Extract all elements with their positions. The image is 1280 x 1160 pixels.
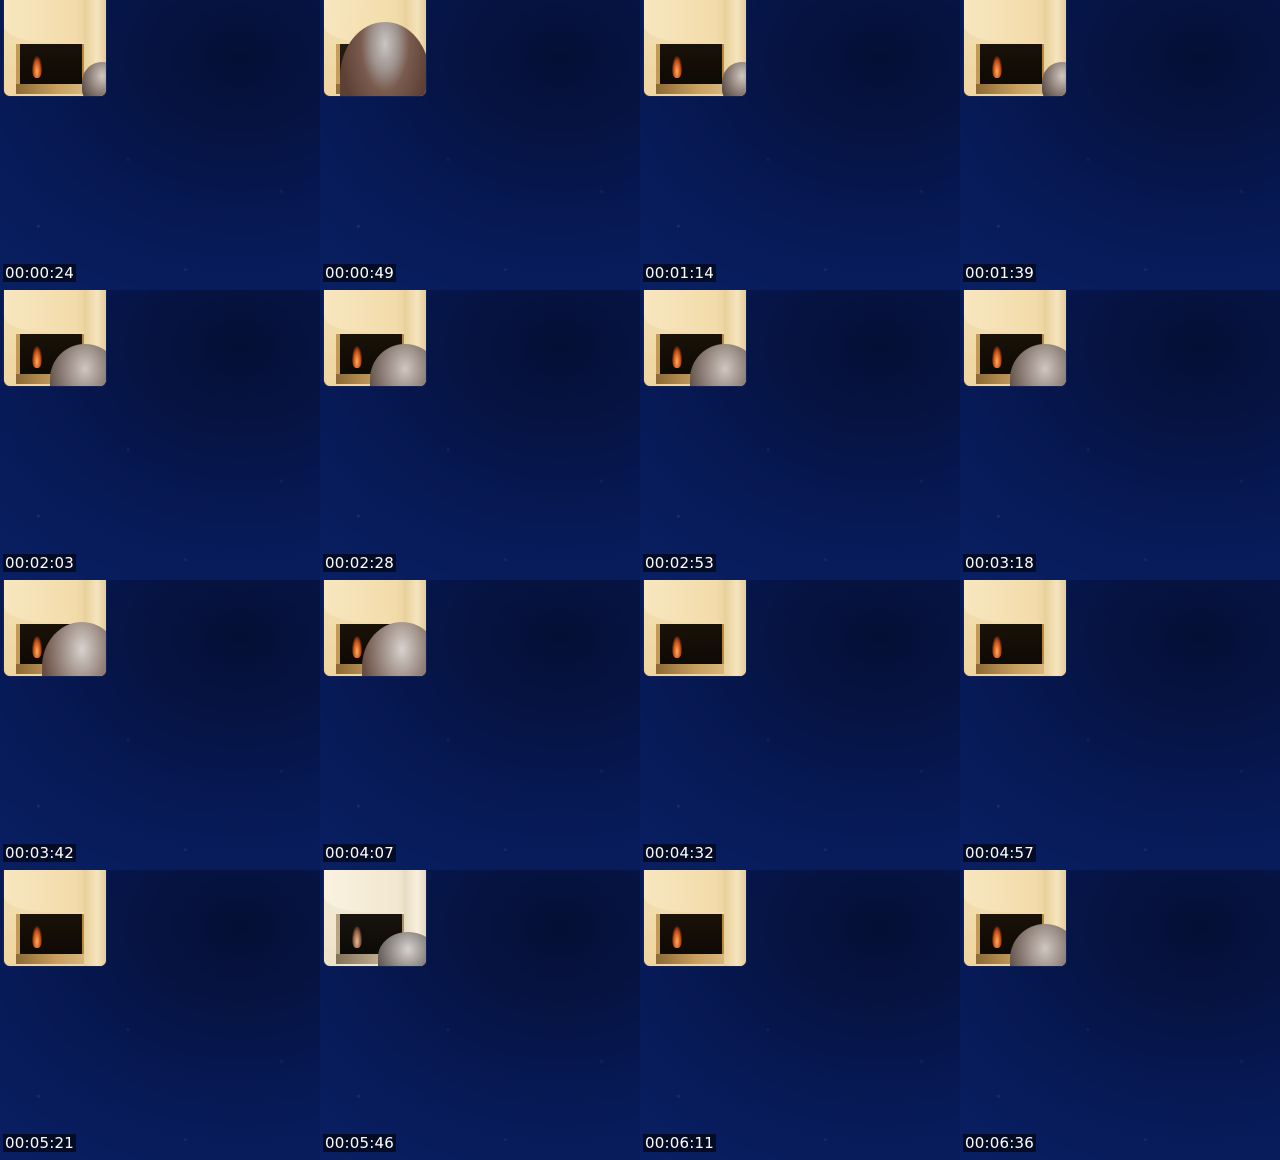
video-frame-tile[interactable]: 00:05:46 xyxy=(320,870,640,1160)
webcam-thumbnail xyxy=(644,0,746,96)
video-frame-tile[interactable]: 00:04:57 xyxy=(960,580,1280,870)
fireplace-hearth xyxy=(656,664,726,674)
fire-flame xyxy=(352,926,362,948)
video-frame-tile[interactable]: 00:06:11 xyxy=(640,870,960,1160)
fire-flame xyxy=(32,56,42,78)
video-frame-tile[interactable]: 00:02:28 xyxy=(320,290,640,580)
fire-flame xyxy=(672,636,682,658)
frame-timestamp: 00:05:21 xyxy=(3,1134,76,1152)
video-frame-tile[interactable]: 00:02:53 xyxy=(640,290,960,580)
frame-timestamp: 00:01:39 xyxy=(963,264,1036,282)
wall-pillar xyxy=(724,580,746,676)
wall-pillar xyxy=(84,870,106,966)
fire-flame xyxy=(672,926,682,948)
webcam-thumbnail xyxy=(4,580,106,676)
webcam-thumbnail xyxy=(644,870,746,966)
video-frame-tile[interactable]: 00:01:39 xyxy=(960,0,1280,290)
frame-timestamp: 00:00:49 xyxy=(323,264,396,282)
webcam-thumbnail xyxy=(964,290,1066,386)
fireplace-hearth xyxy=(976,84,1046,94)
video-frame-tile[interactable]: 00:01:14 xyxy=(640,0,960,290)
fireplace-firebox xyxy=(656,624,726,666)
video-frame-tile[interactable]: 00:04:07 xyxy=(320,580,640,870)
frame-timestamp: 00:03:42 xyxy=(3,844,76,862)
fireplace-firebox xyxy=(16,914,86,956)
wall-pillar xyxy=(724,870,746,966)
fire-flame xyxy=(32,926,42,948)
fireplace-firebox xyxy=(976,624,1046,666)
fireplace-firebox xyxy=(656,914,726,956)
frame-timestamp: 00:05:46 xyxy=(323,1134,396,1152)
video-frame-tile[interactable]: 00:06:36 xyxy=(960,870,1280,1160)
fireplace-hearth xyxy=(656,954,726,964)
fireplace-hearth xyxy=(976,664,1046,674)
webcam-thumbnail xyxy=(644,290,746,386)
fire-flame xyxy=(672,56,682,78)
webcam-thumbnail xyxy=(964,0,1066,96)
webcam-thumbnail xyxy=(644,580,746,676)
fire-flame xyxy=(992,926,1002,948)
video-frame-tile[interactable]: 00:02:03 xyxy=(0,290,320,580)
fire-flame xyxy=(992,636,1002,658)
video-frame-tile[interactable]: 00:00:49 xyxy=(320,0,640,290)
frame-timestamp: 00:06:36 xyxy=(963,1134,1036,1152)
frame-timestamp: 00:04:32 xyxy=(643,844,716,862)
webcam-thumbnail xyxy=(324,290,426,386)
fireplace-hearth xyxy=(656,84,726,94)
webcam-thumbnail xyxy=(324,580,426,676)
video-frame-tile[interactable]: 00:05:21 xyxy=(0,870,320,1160)
fireplace-hearth xyxy=(16,84,86,94)
fireplace-hearth xyxy=(16,954,86,964)
video-frame-tile[interactable]: 00:04:32 xyxy=(640,580,960,870)
webcam-thumbnail xyxy=(324,0,426,96)
fire-flame xyxy=(32,346,42,368)
video-frame-tile[interactable]: 00:03:42 xyxy=(0,580,320,870)
video-frame-tile[interactable]: 00:00:24 xyxy=(0,0,320,290)
fire-flame xyxy=(32,636,42,658)
frame-timestamp: 00:03:18 xyxy=(963,554,1036,572)
contact-sheet-grid: 00:00:24 00:00:49 00:01:14 00:01:39 00:0… xyxy=(0,0,1280,1160)
frame-timestamp: 00:06:11 xyxy=(643,1134,716,1152)
frame-timestamp: 00:02:03 xyxy=(3,554,76,572)
frame-timestamp: 00:04:57 xyxy=(963,844,1036,862)
webcam-thumbnail xyxy=(4,290,106,386)
fire-flame xyxy=(352,636,362,658)
video-frame-tile[interactable]: 00:03:18 xyxy=(960,290,1280,580)
fireplace-firebox xyxy=(976,44,1046,86)
frame-timestamp: 00:02:53 xyxy=(643,554,716,572)
webcam-thumbnail xyxy=(4,0,106,96)
fire-flame xyxy=(672,346,682,368)
frame-timestamp: 00:01:14 xyxy=(643,264,716,282)
webcam-thumbnail xyxy=(964,580,1066,676)
fire-flame xyxy=(352,346,362,368)
webcam-thumbnail xyxy=(964,870,1066,966)
fireplace-firebox xyxy=(16,44,86,86)
frame-timestamp: 00:02:28 xyxy=(323,554,396,572)
frame-timestamp: 00:04:07 xyxy=(323,844,396,862)
fireplace-firebox xyxy=(656,44,726,86)
fire-flame xyxy=(992,56,1002,78)
webcam-thumbnail xyxy=(4,870,106,966)
frame-timestamp: 00:00:24 xyxy=(3,264,76,282)
wall-pillar xyxy=(1044,580,1066,676)
fire-flame xyxy=(992,346,1002,368)
webcam-thumbnail xyxy=(324,870,426,966)
